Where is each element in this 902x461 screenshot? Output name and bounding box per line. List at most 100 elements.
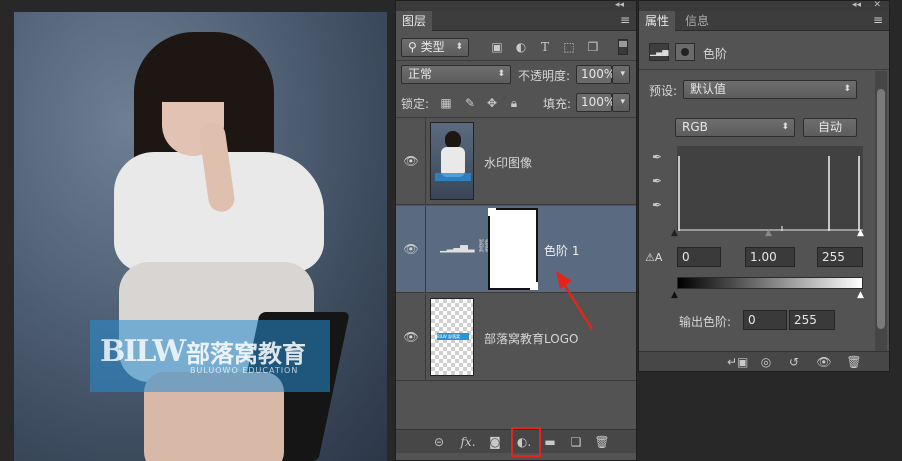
tab-properties[interactable]: 属性 (639, 11, 676, 31)
histogram (677, 146, 863, 231)
scrollbar-thumb[interactable] (877, 89, 885, 329)
channel-select[interactable]: RGB ⬍ (675, 118, 795, 137)
fx-icon[interactable]: fx. (459, 434, 477, 450)
properties-tabbar: 属性 信息 ≡ (639, 11, 889, 31)
document-canvas[interactable]: BILW 部落窝教育 BULUOWO EDUCATION (14, 12, 387, 461)
channel-value: RGB (682, 120, 708, 134)
filter-shape-icon[interactable]: ⬚ (561, 39, 577, 55)
trash-icon[interactable]: 🗑︎ (845, 354, 863, 370)
updown-icon: ⬍ (843, 84, 851, 94)
annotation-highlight-box (511, 427, 541, 457)
trash-icon[interactable]: 🗑︎ (594, 434, 610, 450)
panel-menu-icon[interactable]: ≡ (873, 13, 883, 27)
watermark-logo: BILW (100, 334, 186, 369)
properties-title: 色阶 (703, 47, 728, 61)
layers-tabbar: 图层 ≡ (396, 11, 636, 31)
add-mask-icon[interactable]: ◙ (487, 434, 503, 450)
separator (639, 69, 889, 70)
chevron-down-icon: ▾ (620, 69, 625, 79)
properties-scrollbar[interactable] (875, 71, 887, 353)
separator (425, 118, 426, 205)
layer-name[interactable]: 色阶 1 (544, 242, 579, 259)
lock-position-icon[interactable]: ✥ (484, 95, 500, 111)
lock-transparent-icon[interactable]: ▦ (438, 95, 454, 111)
filter-toggle-switch[interactable] (618, 39, 628, 55)
watermark-overlay: BILW 部落窝教育 BULUOWO EDUCATION (90, 320, 330, 392)
opacity-dropdown[interactable]: ▾ (612, 65, 630, 84)
link-layers-icon[interactable]: ⊝ (431, 434, 447, 450)
input-black-field[interactable]: 0 (677, 247, 721, 267)
layer-row-watermark-image[interactable]: 👁︎ 水印图像 (396, 118, 636, 205)
gray-eyedropper-icon[interactable]: ✒︎ (649, 173, 665, 189)
updown-icon: ⬍ (781, 122, 789, 132)
opacity-label: 不透明度: (518, 69, 571, 83)
filter-smartobject-icon[interactable]: ❒ (585, 39, 601, 55)
collapse-icon[interactable]: ◂◂ (615, 0, 624, 10)
input-white-field[interactable]: 255 (817, 247, 863, 267)
input-black-slider[interactable]: ▲ (671, 228, 678, 238)
eye-icon[interactable]: 👁︎ (402, 242, 420, 256)
visibility-eye-icon[interactable]: 👁︎ (815, 354, 833, 370)
output-black-field[interactable]: 0 (743, 310, 787, 330)
watermark-cn-text: 部落窝教育 (186, 340, 306, 368)
eye-icon[interactable]: 👁︎ (402, 330, 420, 344)
clip-to-layer-icon[interactable]: ↵▣ (727, 354, 748, 370)
opacity-input[interactable]: 100% (576, 65, 615, 84)
output-black-slider[interactable]: ▲ (671, 290, 678, 300)
filter-type-label: 类型 (420, 40, 445, 54)
filter-type-icon[interactable]: T (537, 39, 553, 55)
filter-pixel-icon[interactable]: ▣ (489, 39, 505, 55)
output-white-slider[interactable]: ▲ (857, 290, 864, 300)
input-gamma-field[interactable]: 1.00 (745, 247, 795, 267)
new-layer-icon[interactable]: ❏ (568, 434, 584, 450)
annotation-arrow-icon (556, 271, 594, 330)
mask-corner (530, 282, 538, 290)
layer-mask-thumbnail[interactable] (488, 208, 538, 290)
close-icon[interactable]: ✕ (873, 0, 881, 10)
output-levels-label: 输出色阶: (679, 315, 732, 329)
separator (425, 206, 426, 293)
view-previous-icon[interactable]: ◎ (757, 354, 775, 370)
preset-value: 默认值 (690, 82, 727, 96)
filter-type-select[interactable]: ⚲ 类型 ⬍ (401, 38, 469, 57)
layers-panel: ◂◂ 图层 ≡ ⚲ 类型 ⬍ ▣ ◐ T ⬚ ❒ 正常 ⬍ 不透明度: 100%… (395, 0, 637, 461)
watermark-en-text: BULUOWO EDUCATION (190, 366, 299, 375)
panel-menu-icon[interactable]: ≡ (620, 13, 630, 27)
lock-label: 锁定: (401, 97, 430, 111)
new-group-icon[interactable]: ▬ (542, 434, 558, 450)
fill-dropdown[interactable]: ▾ (612, 93, 630, 112)
layer-thumbnail (430, 122, 474, 200)
layer-name[interactable]: 水印图像 (484, 154, 532, 171)
separator (396, 60, 636, 61)
black-eyedropper-icon[interactable]: ✒︎ (649, 149, 665, 165)
preset-select[interactable]: 默认值 ⬍ (683, 80, 857, 99)
search-icon: ⚲ (408, 40, 421, 54)
input-white-slider[interactable]: ▲ (857, 228, 864, 238)
levels-adjustment-icon: ▁▂▃▅▂ (440, 242, 474, 253)
blend-mode-select[interactable]: 正常 ⬍ (401, 65, 511, 84)
properties-bottom-toolbar: ↵▣ ◎ ↺ 👁︎ 🗑︎ (639, 351, 889, 371)
reset-icon[interactable]: ↺ (785, 354, 803, 370)
properties-panel: ◂◂ ✕ 属性 信息 ≡ ▁▃▅ 色阶 预设: 默认值 ⬍ RGB ⬍ 自动 ✒… (638, 0, 890, 372)
mask-icon[interactable] (675, 43, 695, 61)
auto-button[interactable]: 自动 (803, 118, 857, 137)
layers-panel-topbar: ◂◂ (396, 0, 636, 11)
eye-icon[interactable]: 👁︎ (402, 154, 420, 168)
histogram-graph (678, 156, 863, 231)
levels-icon: ▁▃▅ (649, 43, 669, 61)
tab-layers[interactable]: 图层 (396, 11, 433, 31)
collapse-icon[interactable]: ◂◂ (852, 0, 861, 10)
lock-all-icon[interactable]: 🔒︎ (506, 95, 522, 111)
clipping-warning-icon[interactable]: ⚠︎A (645, 251, 662, 264)
input-gamma-slider[interactable]: ▲ (765, 228, 772, 238)
properties-panel-topbar: ◂◂ ✕ (639, 0, 889, 11)
white-eyedropper-icon[interactable]: ✒︎ (649, 197, 665, 213)
fill-input[interactable]: 100% (576, 93, 615, 112)
blend-mode-value: 正常 (408, 67, 433, 81)
tab-info[interactable]: 信息 (679, 11, 715, 31)
updown-icon: ⬍ (497, 69, 505, 79)
filter-adjustment-icon[interactable]: ◐ (513, 39, 529, 55)
separator (425, 294, 426, 381)
output-white-field[interactable]: 255 (789, 310, 835, 330)
lock-image-icon[interactable]: ✎ (462, 95, 478, 111)
